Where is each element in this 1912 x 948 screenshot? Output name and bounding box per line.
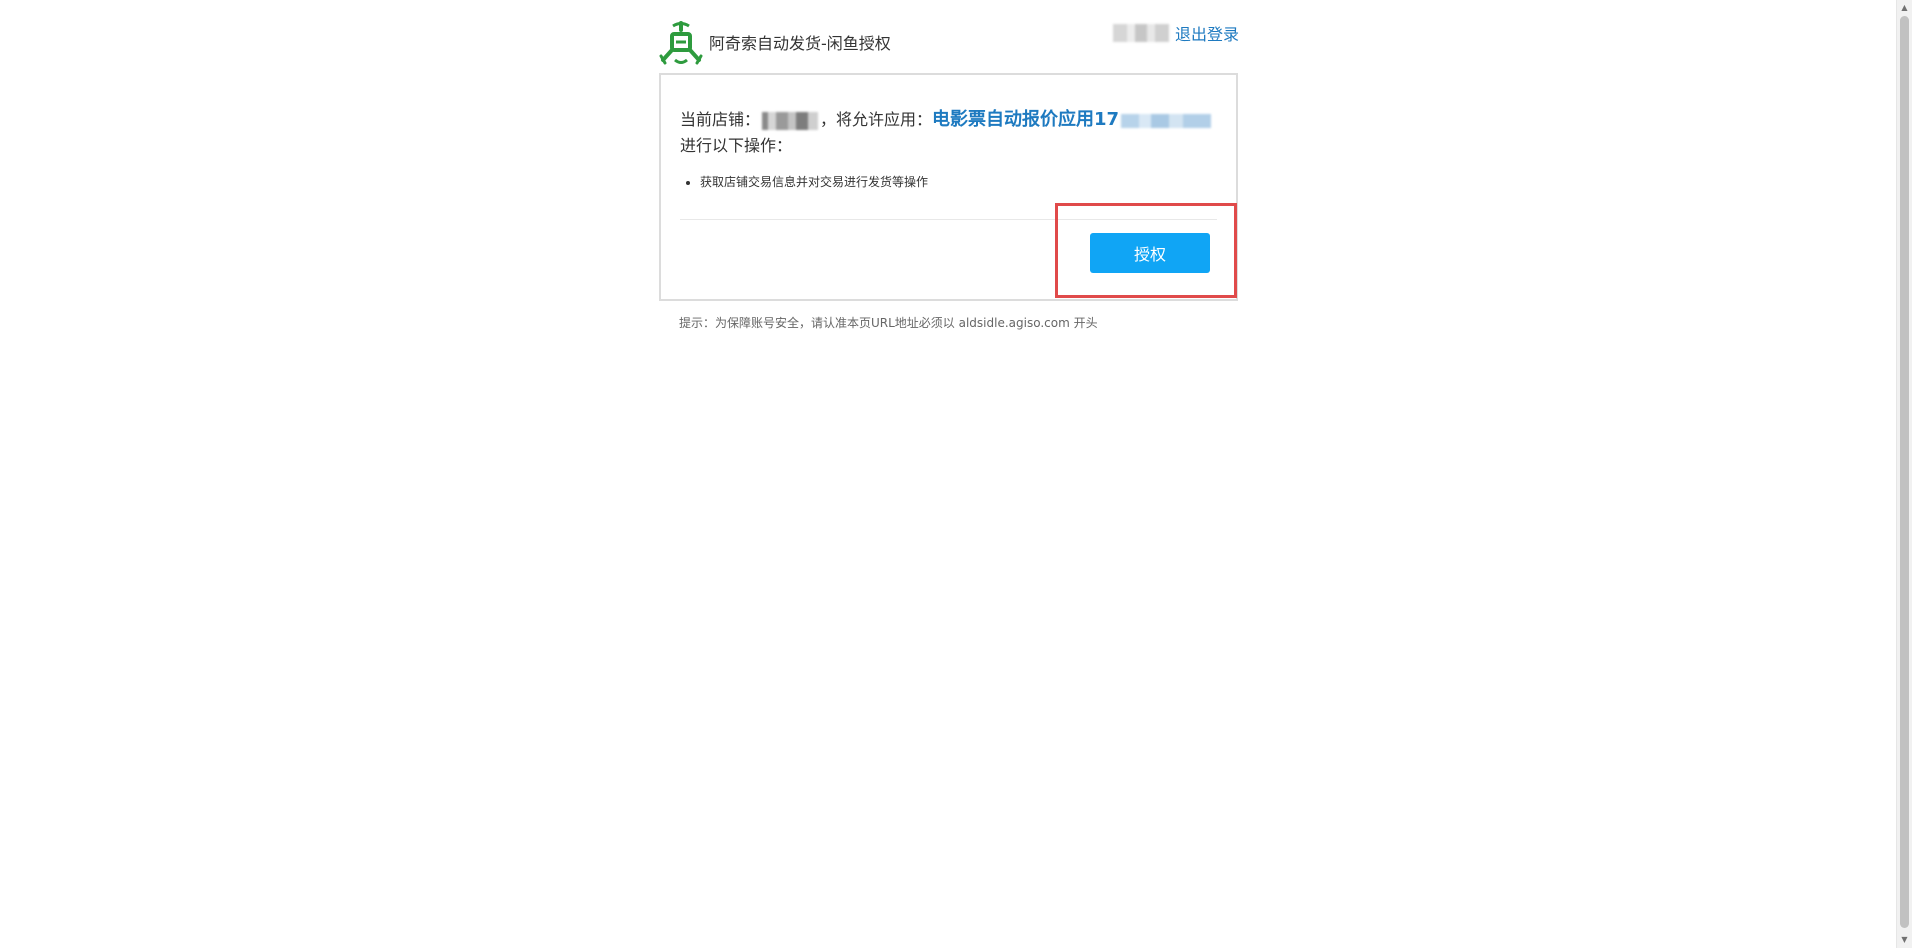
authorization-description: 当前店铺： ，将允许应用：电影票自动报价应用17 进行以下操作： xyxy=(680,107,1225,159)
allow-app-text: ，将允许应用： xyxy=(820,110,933,129)
scroll-down-arrow-icon[interactable]: ▼ xyxy=(1897,933,1912,947)
operations-prefix: 进行以下操作： xyxy=(680,136,793,155)
permission-list: 获取店铺交易信息并对交易进行发货等操作 xyxy=(680,173,928,191)
brand-title: 阿奇索自动发货-闲鱼授权 xyxy=(709,34,891,53)
user-area: 退出登录 xyxy=(1112,21,1239,45)
authorization-card: 当前店铺： ，将允许应用：电影票自动报价应用17 进行以下操作： 获取店铺交易信息… xyxy=(659,73,1238,301)
permission-item: 获取店铺交易信息并对交易进行发货等操作 xyxy=(700,173,928,191)
scroll-thumb[interactable] xyxy=(1900,16,1909,928)
scroll-up-arrow-icon[interactable]: ▲ xyxy=(1897,1,1912,15)
app-name: 电影票自动报价应用17 xyxy=(932,109,1120,130)
security-hint: 提示：为保障账号安全，请认准本页URL地址必须以 aldsidle.agiso.… xyxy=(679,316,1098,330)
page: 阿奇索自动发货-闲鱼授权 退出登录 当前店铺： ，将允许应用：电影票自动报价应用1… xyxy=(0,0,1896,948)
header: 阿奇索自动发货-闲鱼授权 退出登录 xyxy=(659,16,1239,68)
agiso-logo-icon xyxy=(659,21,703,65)
masked-username xyxy=(1112,24,1169,42)
masked-app-id xyxy=(1121,113,1212,128)
logout-link[interactable]: 退出登录 xyxy=(1175,21,1239,45)
masked-store-name xyxy=(762,111,819,130)
vertical-scrollbar[interactable]: ▲ ▼ xyxy=(1896,0,1912,948)
store-label: 当前店铺： xyxy=(680,110,761,129)
authorize-button[interactable]: 授权 xyxy=(1090,233,1210,273)
